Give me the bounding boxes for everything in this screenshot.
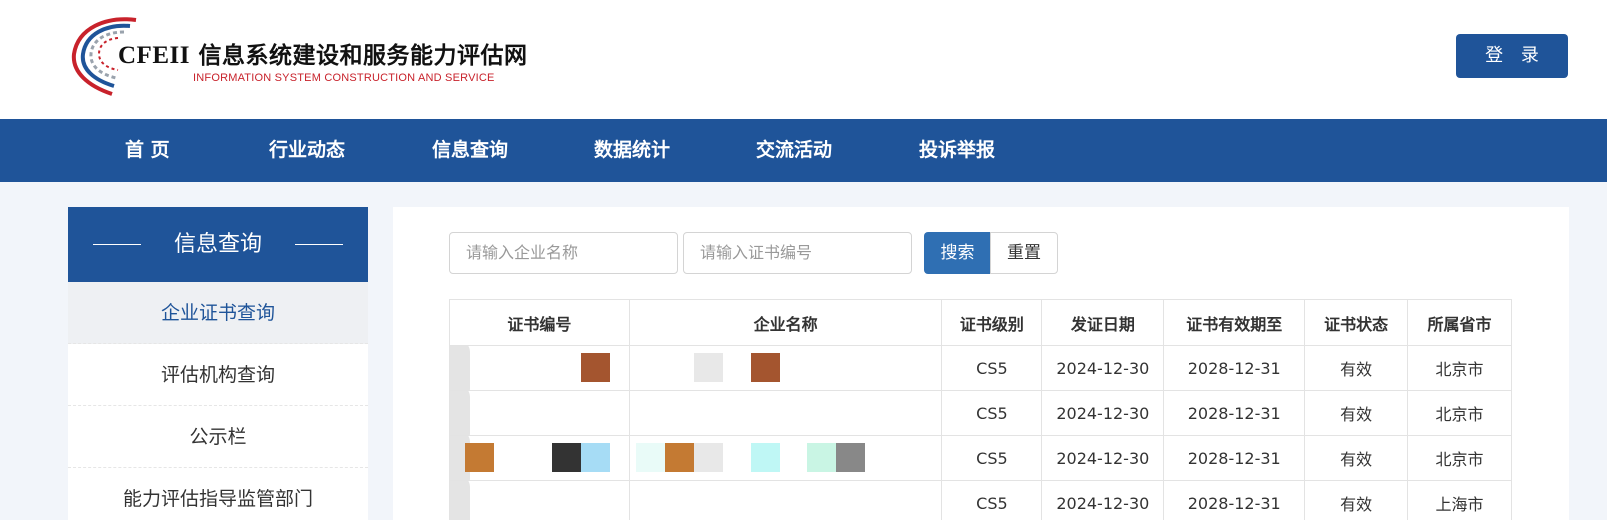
site-header: CFEII 信息系统建设和服务能力评估网 INFORMATION SYSTEM … [0,0,1607,119]
cert-level-cell: CS5 [941,480,1043,520]
table-row[interactable]: CS5 2024-12-30 2028-12-31 有效 北京市 [449,390,1512,436]
table-row[interactable]: CS5 2024-12-30 2028-12-31 有效 北京市 [449,435,1512,481]
province-cell: 北京市 [1407,435,1512,481]
redaction-blur [450,480,470,520]
nav-item-industry-news[interactable]: 行业动态 [269,119,345,182]
valid-until-cell: 2028-12-31 [1163,345,1306,391]
issue-date-cell: 2024-12-30 [1041,390,1165,436]
redaction-mosaic [806,443,836,472]
cert-number-cell-redacted [449,390,630,436]
redaction-mosaic [693,443,723,472]
valid-until-cell: 2028-12-31 [1163,480,1306,520]
nav-item-exchange[interactable]: 交流活动 [756,119,832,182]
login-button[interactable]: 登 录 [1456,34,1568,78]
province-cell: 北京市 [1407,345,1512,391]
redaction-mosaic [581,443,610,472]
cert-level-cell: CS5 [941,390,1043,436]
logo-subtitle: INFORMATION SYSTEM CONSTRUCTION AND SERV… [193,72,495,84]
redaction-mosaic [693,353,723,382]
redaction-mosaic [465,443,494,472]
company-name-input[interactable]: 请输入企业名称 [449,232,678,274]
header-province[interactable]: 所属省市 [1407,299,1512,346]
status-cell: 有效 [1304,390,1409,436]
table-header-row: 证书编号 企业名称 证书级别 发证日期 证书有效期至 证书状态 所属省市 [449,299,1512,346]
sidebar-header-left-line [93,244,141,245]
header-company-name[interactable]: 企业名称 [628,299,943,346]
province-cell: 北京市 [1407,390,1512,436]
header-valid-until[interactable]: 证书有效期至 [1163,299,1306,346]
redaction-mosaic [581,353,610,382]
sidebar-item-agency[interactable]: 评估机构查询 [68,344,368,406]
nav-item-statistics[interactable]: 数据统计 [594,119,670,182]
nav-item-complaints[interactable]: 投诉举报 [919,119,995,182]
table-row[interactable]: CS5 2024-12-30 2028-12-31 有效 北京市 [449,345,1512,391]
nav-item-home[interactable]: 首 页 [125,119,170,182]
reset-button[interactable]: 重置 [990,232,1058,274]
sidebar-header-right-line [295,244,343,245]
redaction-mosaic [835,443,865,472]
cert-level-cell: CS5 [941,345,1043,391]
search-button[interactable]: 搜索 [924,232,991,274]
certificate-table: 证书编号 企业名称 证书级别 发证日期 证书有效期至 证书状态 所属省市 CS5 [449,299,1512,520]
main-nav: 首 页 行业动态 信息查询 数据统计 交流活动 投诉举报 [0,119,1607,182]
valid-until-cell: 2028-12-31 [1163,390,1306,436]
sidebar-item-notice-board[interactable]: 公示栏 [68,406,368,468]
header-issue-date[interactable]: 发证日期 [1041,299,1165,346]
company-name-cell-redacted [628,480,943,520]
header-cert-number[interactable]: 证书编号 [449,299,630,346]
cert-number-input[interactable]: 请输入证书编号 [683,232,912,274]
redaction-blur [450,390,470,435]
site-logo[interactable]: CFEII 信息系统建设和服务能力评估网 INFORMATION SYSTEM … [66,14,527,104]
redaction-mosaic [750,353,780,382]
issue-date-cell: 2024-12-30 [1041,480,1165,520]
company-name-cell-redacted [628,345,943,391]
sidebar-item-supervision[interactable]: 能力评估指导监管部门 [68,468,368,520]
redaction-mosaic [664,443,694,472]
redaction-mosaic [750,443,780,472]
cert-level-cell: CS5 [941,435,1043,481]
redaction-mosaic [552,443,581,472]
nav-item-info-query[interactable]: 信息查询 [432,119,508,182]
logo-latin: CFEII [118,42,190,69]
logo-title: CFEII 信息系统建设和服务能力评估网 [118,36,527,70]
cert-number-cell-redacted [449,435,630,481]
status-cell: 有效 [1304,480,1409,520]
valid-until-cell: 2028-12-31 [1163,435,1306,481]
company-name-cell-redacted [628,435,943,481]
status-cell: 有效 [1304,435,1409,481]
main-panel: 请输入企业名称 请输入证书编号 搜索 重置 证书编号 企业名称 证书级别 发证日… [393,207,1569,520]
sidebar-title: 信息查询 [173,232,262,257]
cert-number-cell-redacted [449,480,630,520]
company-name-cell-redacted [628,390,943,436]
sidebar-item-company-cert[interactable]: 企业证书查询 [68,282,368,344]
province-cell: 上海市 [1407,480,1512,520]
logo-chinese-title: 信息系统建设和服务能力评估网 [198,43,528,69]
redaction-blur [450,345,470,390]
cert-number-cell-redacted [449,345,630,391]
status-cell: 有效 [1304,345,1409,391]
issue-date-cell: 2024-12-30 [1041,435,1165,481]
issue-date-cell: 2024-12-30 [1041,345,1165,391]
header-cert-level[interactable]: 证书级别 [941,299,1043,346]
header-cert-status[interactable]: 证书状态 [1304,299,1409,346]
redaction-mosaic [635,443,665,472]
sidebar-header: 信息查询 [68,207,368,282]
table-row[interactable]: CS5 2024-12-30 2028-12-31 有效 上海市 [449,480,1512,520]
sidebar: 信息查询 企业证书查询 评估机构查询 公示栏 能力评估指导监管部门 [68,207,368,520]
